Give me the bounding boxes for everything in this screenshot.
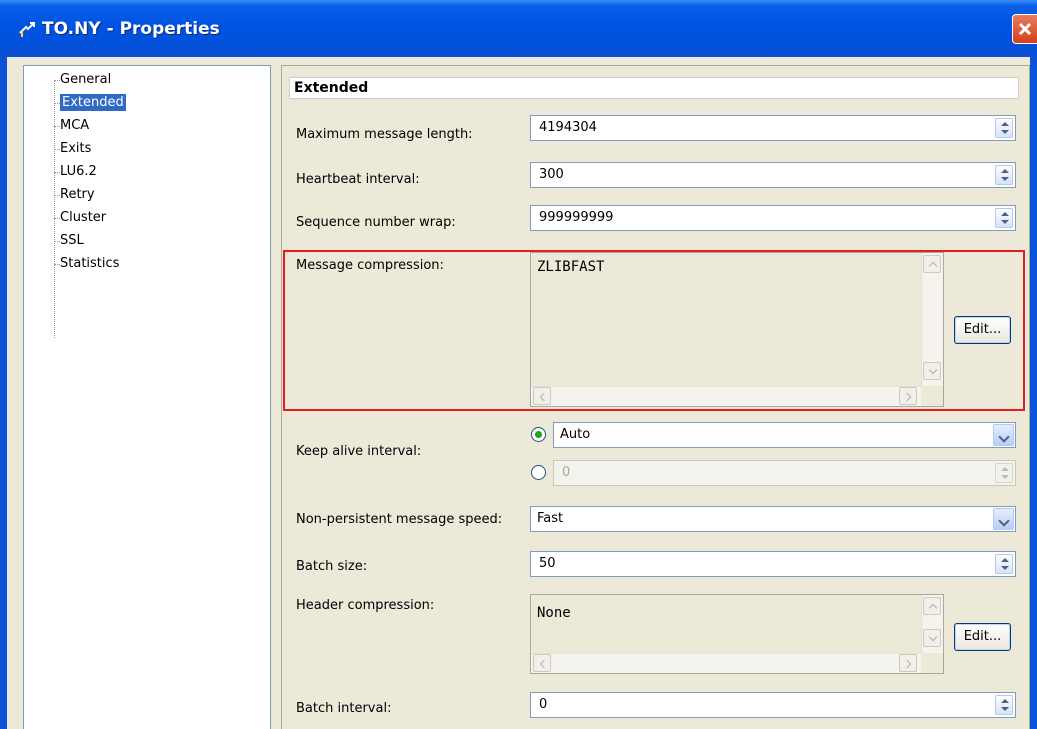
sequence-number-wrap-label: Sequence number wrap: (296, 215, 456, 230)
batch-interval-value: 0 (539, 697, 548, 712)
tree-item-label: Retry (60, 187, 95, 202)
keep-alive-auto-radio[interactable] (531, 427, 546, 442)
heartbeat-interval-value: 300 (539, 167, 564, 182)
chevron-down-icon[interactable] (993, 424, 1014, 446)
non-persistent-speed-label: Non-persistent message speed: (296, 512, 503, 527)
scroll-right-button[interactable] (899, 387, 917, 405)
batch-size-value: 50 (539, 556, 556, 571)
non-persistent-speed-value: Fast (537, 511, 564, 526)
tree-item-label: MCA (60, 118, 90, 133)
keep-alive-auto-value: Auto (560, 427, 591, 442)
chevron-down-icon[interactable] (993, 508, 1014, 530)
message-compression-edit-button[interactable]: Edit... (954, 316, 1011, 344)
batch-interval-spinner[interactable] (995, 695, 1013, 715)
batch-interval-label: Batch interval: (296, 701, 392, 716)
message-compression-label: Message compression: (296, 258, 444, 273)
batch-size-field[interactable]: 50 (530, 551, 1016, 577)
tree-item-label: Statistics (60, 256, 120, 271)
tree-item-statistics[interactable]: Statistics (60, 254, 119, 274)
close-button[interactable] (1012, 14, 1037, 44)
scroll-up-button[interactable] (923, 255, 941, 273)
keep-alive-number-field[interactable]: 0 (553, 460, 1016, 486)
navigation-tree: General Extended MCA Exits LU6.2 Retry C… (23, 65, 271, 729)
scroll-down-button[interactable] (923, 362, 941, 380)
header-compression-list[interactable]: None (530, 594, 944, 674)
tree-item-general[interactable]: General (60, 70, 111, 90)
tree-item-label: General (60, 72, 112, 87)
horizontal-scrollbar[interactable] (531, 386, 921, 406)
keep-alive-number-spinner[interactable] (995, 463, 1013, 483)
tree-item-ssl[interactable]: SSL (60, 231, 84, 251)
scroll-left-button[interactable] (533, 387, 551, 405)
tree-item-label: SSL (60, 233, 84, 248)
window-title: TO.NY - Properties (42, 19, 220, 39)
batch-interval-field[interactable]: 0 (530, 692, 1016, 718)
header-compression-label: Header compression: (296, 598, 435, 613)
message-compression-value: ZLIBFAST (537, 259, 605, 275)
title-bar: TO.NY - Properties (0, 0, 1037, 57)
max-message-length-spinner[interactable] (995, 118, 1013, 138)
keep-alive-number-value: 0 (562, 465, 571, 480)
vertical-scrollbar[interactable] (921, 595, 943, 653)
scroll-down-button[interactable] (923, 629, 941, 647)
window-frame-left (0, 57, 7, 729)
max-message-length-label: Maximum message length: (296, 127, 473, 142)
tree-item-mca[interactable]: MCA (60, 116, 89, 136)
horizontal-scrollbar[interactable] (531, 653, 921, 673)
keep-alive-auto-select[interactable]: Auto (553, 422, 1016, 448)
section-header: Extended (289, 77, 1019, 99)
tree-item-retry[interactable]: Retry (60, 185, 95, 205)
keep-alive-interval-label: Keep alive interval: (296, 444, 422, 459)
tree-connector (54, 80, 55, 338)
sequence-number-wrap-spinner[interactable] (995, 208, 1013, 228)
max-message-length-value: 4194304 (539, 120, 597, 135)
header-compression-edit-button[interactable]: Edit... (954, 623, 1011, 651)
heartbeat-interval-spinner[interactable] (995, 165, 1013, 185)
sequence-number-wrap-field[interactable]: 999999999 (530, 205, 1016, 231)
non-persistent-speed-select[interactable]: Fast (530, 506, 1016, 532)
header-compression-value: None (537, 605, 571, 621)
batch-size-spinner[interactable] (995, 554, 1013, 574)
window-frame-right (1030, 57, 1037, 729)
channel-icon (19, 22, 35, 37)
heartbeat-interval-field[interactable]: 300 (530, 162, 1016, 188)
scroll-left-button[interactable] (533, 654, 551, 672)
tree-item-label: Exits (60, 141, 92, 156)
heartbeat-interval-label: Heartbeat interval: (296, 172, 420, 187)
close-icon (1018, 22, 1032, 36)
max-message-length-field[interactable]: 4194304 (530, 115, 1016, 141)
keep-alive-number-radio[interactable] (531, 465, 546, 480)
tree-item-label: LU6.2 (60, 164, 97, 179)
tree-item-label: Extended (60, 94, 126, 111)
sequence-number-wrap-value: 999999999 (539, 210, 614, 225)
scroll-up-button[interactable] (923, 597, 941, 615)
tree-item-label: Cluster (60, 210, 107, 225)
vertical-scrollbar[interactable] (921, 253, 943, 386)
message-compression-list[interactable]: ZLIBFAST (530, 252, 944, 407)
tree-item-extended[interactable]: Extended (60, 93, 126, 113)
tree-item-exits[interactable]: Exits (60, 139, 91, 159)
tree-item-cluster[interactable]: Cluster (60, 208, 106, 228)
batch-size-label: Batch size: (296, 559, 368, 574)
scroll-right-button[interactable] (899, 654, 917, 672)
tree-item-lu62[interactable]: LU6.2 (60, 162, 97, 182)
